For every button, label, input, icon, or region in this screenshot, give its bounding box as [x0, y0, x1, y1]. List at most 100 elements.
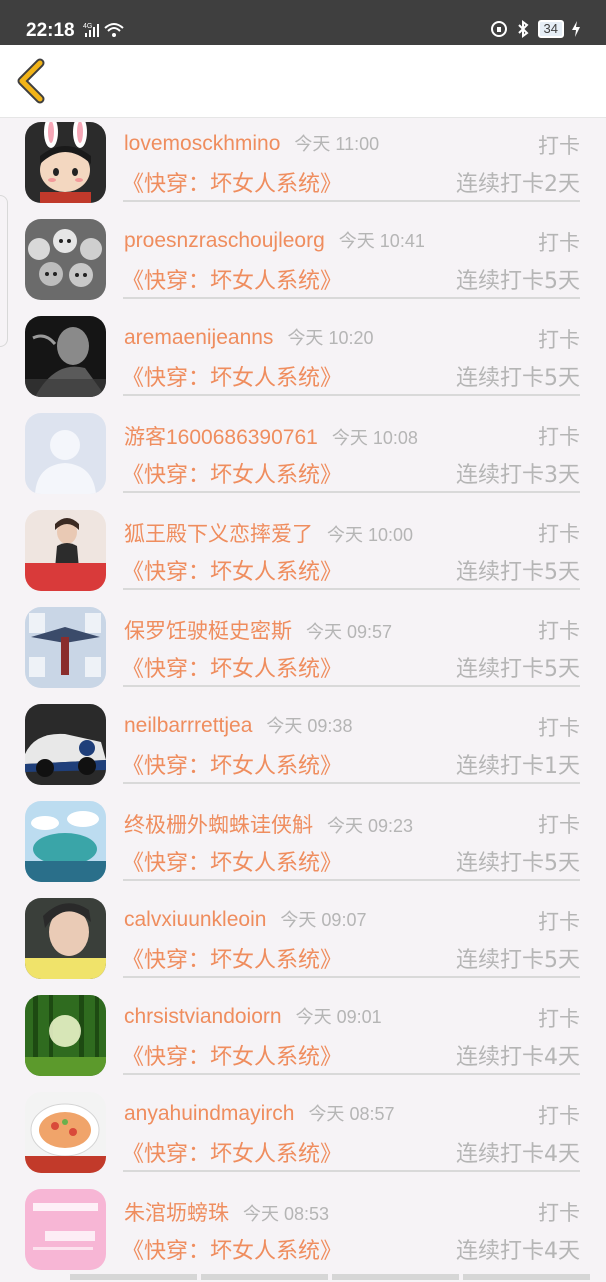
user-name-text: anyahuindmayirch: [124, 1102, 295, 1125]
user-name[interactable]: 朱涫坜螃珠 今天 08:53: [124, 1197, 329, 1227]
book-title[interactable]: 《快穿：坏女人系统》: [122, 166, 342, 198]
user-name[interactable]: 保罗饪驶梃史密斯 今天 09:57: [124, 615, 392, 645]
book-title[interactable]: 《快穿：坏女人系统》: [122, 263, 342, 295]
list-item[interactable]: 终极栅外蜘蛛诖侠斛 今天 09:23 打卡 《快穿：坏女人系统》 连续打卡5天: [0, 797, 606, 894]
book-title[interactable]: 《快穿：坏女人系统》: [122, 457, 342, 489]
avatar[interactable]: [25, 1092, 106, 1173]
checkin-time: 今天 09:01: [295, 1007, 382, 1027]
list-item[interactable]: calvxiuunkleoin 今天 09:07 打卡 《快穿：坏女人系统》 连续…: [0, 894, 606, 991]
user-name[interactable]: 狐王殿下义恋摔爱了 今天 10:00: [124, 518, 413, 548]
checkin-time: 今天 10:08: [331, 428, 418, 448]
avatar[interactable]: [25, 801, 106, 882]
list-item[interactable]: neilbarrrettjea 今天 09:38 打卡 《快穿：坏女人系统》 连续…: [0, 700, 606, 797]
avatar[interactable]: [25, 219, 106, 300]
list-item[interactable]: 游客1600686390761 今天 10:08 打卡 《快穿：坏女人系统》 连续…: [0, 409, 606, 506]
user-name-text: 狐王殿下义恋摔爱了: [124, 523, 313, 546]
back-button[interactable]: [10, 57, 56, 105]
checkin-list: lovemosckhmino 今天 11:00 打卡 《快穿：坏女人系统》 连续打…: [0, 118, 606, 1282]
user-name-text: lovemosckhmino: [124, 132, 281, 155]
checkin-label: 打卡: [538, 1104, 580, 1128]
avatar[interactable]: [25, 413, 106, 494]
list-item[interactable]: 朱涫坜螃珠 今天 08:53 打卡 《快穿：坏女人系统》 连续打卡4天: [0, 1185, 606, 1282]
streak-text: 连续打卡5天: [456, 366, 580, 391]
tab-indicator: [332, 1274, 459, 1280]
book-title[interactable]: 《快穿：坏女人系统》: [122, 1233, 342, 1265]
divider: [123, 1170, 580, 1172]
avatar[interactable]: [25, 995, 106, 1076]
alarm-icon: [490, 21, 507, 37]
streak-text: 连续打卡5天: [456, 657, 580, 682]
checkin-label: 打卡: [538, 619, 580, 643]
avatar[interactable]: [25, 316, 106, 397]
user-name[interactable]: 游客1600686390761 今天 10:08: [124, 421, 418, 451]
checkin-time: 今天 11:00: [294, 134, 380, 154]
divider: [123, 200, 580, 202]
status-right-icons: 34: [490, 20, 580, 38]
avatar[interactable]: [25, 704, 106, 785]
book-title[interactable]: 《快穿：坏女人系统》: [122, 554, 342, 586]
user-name-text: 朱涫坜螃珠: [124, 1202, 229, 1225]
user-name[interactable]: proesnzraschoujleorg 今天 10:41: [124, 227, 425, 253]
checkin-time: 今天 10:00: [327, 525, 414, 545]
divider: [123, 879, 580, 881]
network-type-label: 4G: [83, 23, 92, 30]
charging-icon: [572, 21, 580, 37]
streak-text: 连续打卡4天: [456, 1045, 580, 1070]
checkin-label: 打卡: [538, 522, 580, 546]
book-title[interactable]: 《快穿：坏女人系统》: [122, 845, 342, 877]
book-title[interactable]: 《快穿：坏女人系统》: [122, 360, 342, 392]
avatar[interactable]: [25, 607, 106, 688]
avatar[interactable]: [25, 898, 106, 979]
list-item[interactable]: 狐王殿下义恋摔爱了 今天 10:00 打卡 《快穿：坏女人系统》 连续打卡5天: [0, 506, 606, 603]
user-name[interactable]: 终极栅外蜘蛛诖侠斛 今天 09:23: [124, 809, 413, 839]
list-item[interactable]: chrsistviandoiorn 今天 09:01 打卡 《快穿：坏女人系统》 …: [0, 991, 606, 1088]
user-name[interactable]: lovemosckhmino 今天 11:00: [124, 130, 379, 156]
divider: [123, 394, 580, 396]
battery-icon: 34: [537, 20, 564, 38]
user-name-text: aremaenijeanns: [124, 326, 274, 349]
checkin-time: 今天 09:38: [266, 716, 353, 736]
checkin-time: 今天 09:07: [280, 910, 367, 930]
book-title[interactable]: 《快穿：坏女人系统》: [122, 1039, 342, 1071]
checkin-label: 打卡: [538, 231, 580, 255]
streak-text: 连续打卡3天: [456, 463, 580, 488]
avatar[interactable]: [25, 122, 106, 203]
book-title[interactable]: 《快穿：坏女人系统》: [122, 942, 342, 974]
list-item[interactable]: lovemosckhmino 今天 11:00 打卡 《快穿：坏女人系统》 连续打…: [0, 118, 606, 215]
tab-indicator: [201, 1274, 328, 1280]
checkin-label: 打卡: [538, 716, 580, 740]
book-title[interactable]: 《快穿：坏女人系统》: [122, 748, 342, 780]
user-name[interactable]: neilbarrrettjea 今天 09:38: [124, 712, 352, 738]
divider: [123, 297, 580, 299]
user-name-text: 游客1600686390761: [124, 426, 318, 449]
checkin-label: 打卡: [538, 328, 580, 352]
divider: [123, 491, 580, 493]
user-name[interactable]: calvxiuunkleoin 今天 09:07: [124, 906, 366, 932]
tab-indicator: [463, 1274, 590, 1280]
list-item[interactable]: anyahuindmayirch 今天 08:57 打卡 《快穿：坏女人系统》 连…: [0, 1088, 606, 1185]
user-name[interactable]: chrsistviandoiorn 今天 09:01: [124, 1003, 382, 1029]
user-name[interactable]: anyahuindmayirch 今天 08:57: [124, 1100, 394, 1126]
streak-text: 连续打卡5天: [456, 851, 580, 876]
user-name[interactable]: aremaenijeanns 今天 10:20: [124, 324, 373, 350]
checkin-label: 打卡: [538, 813, 580, 837]
streak-text: 连续打卡2天: [456, 172, 580, 197]
user-name-text: 终极栅外蜘蛛诖侠斛: [124, 814, 313, 837]
list-item[interactable]: proesnzraschoujleorg 今天 10:41 打卡 《快穿：坏女人系…: [0, 215, 606, 312]
divider: [123, 1073, 580, 1075]
list-item[interactable]: 保罗饪驶梃史密斯 今天 09:57 打卡 《快穿：坏女人系统》 连续打卡5天: [0, 603, 606, 700]
list-item[interactable]: aremaenijeanns 今天 10:20 打卡 《快穿：坏女人系统》 连续打…: [0, 312, 606, 409]
streak-text: 连续打卡5天: [456, 269, 580, 294]
avatar[interactable]: [25, 510, 106, 591]
divider: [123, 588, 580, 590]
avatar[interactable]: [25, 1189, 106, 1270]
signal-wifi-icons: 4G: [83, 20, 133, 44]
status-bar: 22:18 4G 34: [0, 0, 606, 45]
book-title[interactable]: 《快穿：坏女人系统》: [122, 1136, 342, 1168]
book-title[interactable]: 《快穿：坏女人系统》: [122, 651, 342, 683]
bluetooth-icon: [517, 20, 529, 38]
chevron-left-icon: [17, 58, 45, 104]
streak-text: 连续打卡4天: [456, 1142, 580, 1167]
streak-text: 连续打卡4天: [456, 1239, 580, 1264]
checkin-time: 今天 09:23: [327, 816, 414, 836]
